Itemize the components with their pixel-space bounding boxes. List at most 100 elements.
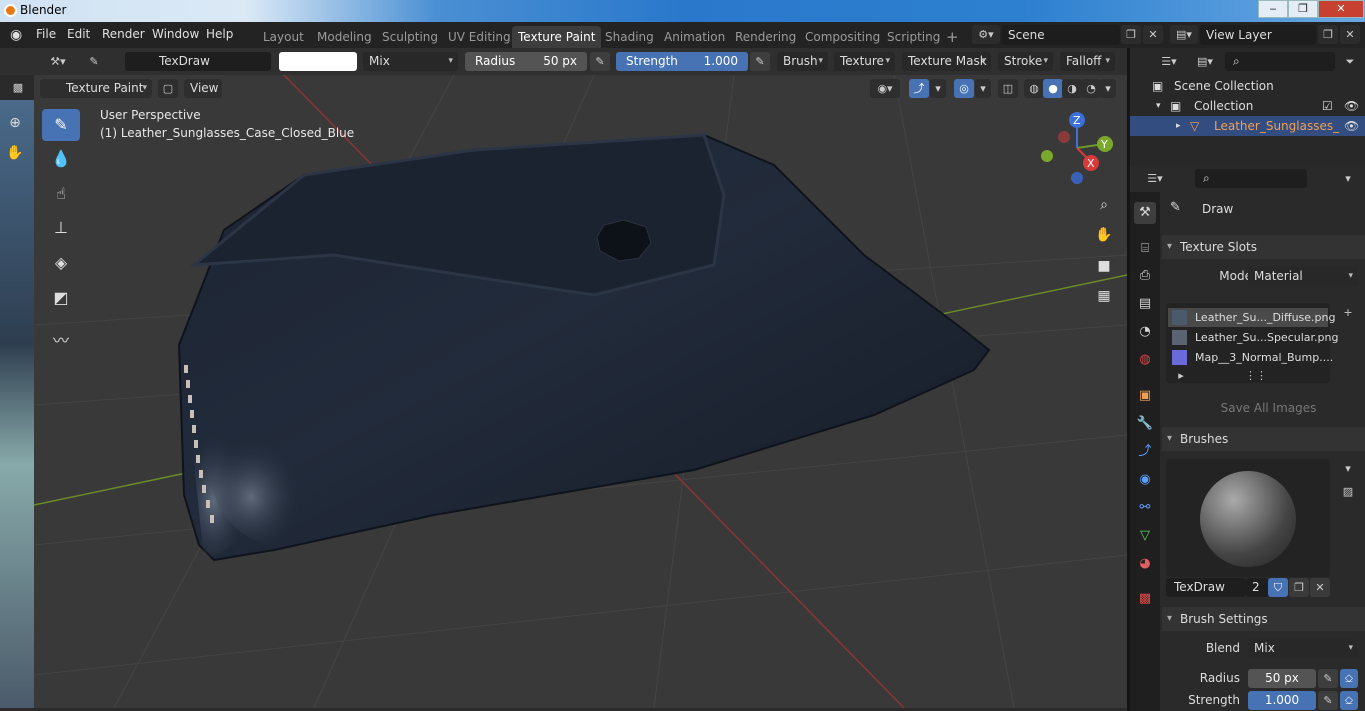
menu-edit[interactable]: Edit [67, 27, 90, 41]
menu-render[interactable]: Render [102, 27, 145, 41]
texture-slot-row[interactable]: Map__3_Normal_Bump.... [1168, 348, 1333, 367]
blend-mode-dropdown[interactable]: Mix ▾ [363, 52, 458, 71]
smear-tool-icon[interactable]: ☝ [42, 178, 80, 210]
checker-icon[interactable]: ▩ [8, 78, 28, 97]
properties-editor-type-icon[interactable]: ☰▾ [1140, 169, 1170, 188]
scene-tab-icon[interactable]: ◔ [1134, 321, 1156, 343]
soften-tool-icon[interactable]: 💧 [42, 143, 80, 175]
gizmo-toggle-icon[interactable]: ⤴ [909, 79, 929, 98]
outliner-search-input[interactable]: ⌕ [1225, 52, 1335, 71]
outliner-filter-icon[interactable]: ⏷ [1340, 52, 1360, 71]
outliner-object-row[interactable]: ▸ ▽ Leather_Sunglasses_ 👁 [1130, 116, 1365, 136]
particles-tab-icon[interactable]: ⤴ [1134, 441, 1156, 463]
ortho-grid-icon[interactable]: ▦ [1091, 283, 1117, 309]
scene-selector-icon[interactable]: ⚙▾ [972, 25, 1000, 44]
scene-delete-icon[interactable]: ✕ [1143, 25, 1163, 44]
physics-tab-icon[interactable]: ◉ [1134, 469, 1156, 491]
unlink-brush-icon[interactable]: ✕ [1310, 578, 1330, 597]
outliner-display-mode-icon[interactable]: ▤▾ [1190, 52, 1220, 71]
texture-slot-row[interactable]: Leather_Su..._Diffuse.png [1168, 308, 1335, 327]
world-tab-icon[interactable]: ◍ [1134, 349, 1156, 371]
texture-mask-menu[interactable]: Texture Mask ▾ [902, 52, 991, 71]
mask-tool-icon[interactable]: ◩ [42, 282, 80, 314]
pan-hand-icon[interactable]: ✋ [1091, 222, 1117, 248]
properties-options-icon[interactable]: ▾ [1338, 169, 1358, 188]
properties-search-input[interactable]: ⌕ [1195, 169, 1307, 188]
tab-layout[interactable]: Layout [257, 26, 310, 48]
eye-icon[interactable]: 👁 [1344, 116, 1359, 136]
radius-curve-icon[interactable]: ⎐ [1340, 669, 1358, 688]
strength-pressure-icon[interactable]: ✎ [750, 52, 770, 71]
fill-tool-icon[interactable]: ◈ [42, 247, 80, 279]
tab-modeling[interactable]: Modeling [311, 26, 378, 48]
zoom-icon[interactable]: ⌕ [1091, 192, 1117, 218]
rendered-shading-icon[interactable]: ◔ [1081, 79, 1101, 98]
maximize-button[interactable]: ❐ [1288, 0, 1318, 18]
gizmo-options-icon[interactable]: ▾ [930, 79, 946, 98]
render-tab-icon[interactable]: ⌸ [1134, 238, 1156, 260]
close-button[interactable]: ✕ [1318, 0, 1364, 18]
view-layer-name-field[interactable]: View Layer [1200, 25, 1316, 45]
brushes-panel-header[interactable]: Brushes [1162, 427, 1365, 451]
falloff-menu[interactable]: Falloff ▾ [1060, 52, 1115, 71]
list-resize-handle-icon[interactable]: ⋮⋮ [1245, 366, 1267, 385]
brush-name-field[interactable]: TexDraw [125, 52, 271, 71]
menu-help[interactable]: Help [206, 27, 233, 41]
tab-texture-paint[interactable]: Texture Paint [512, 26, 602, 48]
mask-toggle-icon[interactable]: ▢ [158, 79, 178, 98]
scene-name-field[interactable]: Scene [1002, 25, 1120, 45]
view-layer-selector-icon[interactable]: ▤▾ [1170, 25, 1198, 44]
draw-tool-icon[interactable]: ✎ [42, 109, 80, 141]
brush-users-count[interactable]: 2 [1246, 578, 1268, 597]
menu-file[interactable]: File [36, 27, 56, 41]
left-add-icon[interactable]: ⊕ [2, 110, 28, 136]
brush-custom-icon[interactable]: ▨ [1338, 482, 1358, 501]
outliner-editor-type-icon[interactable]: ☰▾ [1154, 52, 1184, 71]
object-tab-icon[interactable]: ▣ [1134, 385, 1156, 407]
brush-name-field[interactable]: TexDraw [1166, 578, 1246, 597]
solid-shading-icon[interactable]: ● [1043, 79, 1063, 98]
view-layer-delete-icon[interactable]: ✕ [1340, 25, 1360, 44]
add-texture-slot-icon[interactable]: + [1338, 303, 1358, 322]
editor-type-dropdown-icon[interactable]: ⚒▾ [43, 52, 73, 71]
outliner-collection[interactable]: ▾ ▣ Collection ☑ 👁 [1130, 96, 1365, 116]
brush-menu[interactable]: Brush ▾ [777, 52, 828, 71]
stroke-menu[interactable]: Stroke ▾ [998, 52, 1053, 71]
outliner-scene-collection[interactable]: ▣ Scene Collection [1130, 76, 1365, 96]
view-layer-copy-icon[interactable]: ❐ [1318, 25, 1338, 44]
output-tab-icon[interactable]: ⎙ [1134, 265, 1156, 287]
fake-user-shield-icon[interactable]: ⛉ [1268, 578, 1288, 597]
save-all-images-button[interactable]: Save All Images [1166, 399, 1365, 418]
brush-radius-slider[interactable]: 50 px [1248, 669, 1316, 688]
view-layer-tab-icon[interactable]: ▤ [1134, 293, 1156, 315]
modifier-tab-icon[interactable]: 🔧 [1134, 413, 1156, 435]
texture-tab-icon[interactable]: ▩ [1134, 588, 1156, 610]
texture-slots-panel-header[interactable]: Texture Slots [1162, 235, 1365, 259]
brush-preview-box[interactable] [1166, 459, 1330, 577]
radius-pressure-icon[interactable]: ✎ [1318, 669, 1338, 688]
data-tab-icon[interactable]: ▽ [1134, 525, 1156, 547]
brush-strength-slider[interactable]: 1.000 [1248, 691, 1316, 710]
clone-tool-icon[interactable]: ⊥ [42, 212, 80, 244]
brush-settings-panel-header[interactable]: Brush Settings [1162, 607, 1365, 631]
visibility-icon[interactable]: ◉▾ [870, 79, 900, 98]
strength-pressure-icon[interactable]: ✎ [1318, 691, 1338, 710]
scene-copy-icon[interactable]: ❐ [1121, 25, 1141, 44]
tab-sculpting[interactable]: Sculpting [376, 26, 444, 48]
strength-slider[interactable]: Strength 1.000 [616, 52, 748, 71]
mode-dropdown[interactable]: Texture Paint ▾ [40, 79, 152, 98]
duplicate-brush-icon[interactable]: ❐ [1289, 578, 1309, 597]
left-hand-icon[interactable]: ✋ [2, 140, 28, 166]
eye-icon[interactable]: 👁 [1344, 96, 1359, 116]
constraints-tab-icon[interactable]: ⚯ [1134, 497, 1156, 519]
brush-options-dropdown-icon[interactable]: ▾ [1338, 459, 1358, 478]
tab-uv-editing[interactable]: UV Editing [442, 26, 517, 48]
tab-shading[interactable]: Shading [599, 26, 660, 48]
material-tab-icon[interactable]: ◕ [1134, 553, 1156, 575]
brush-color-swatch[interactable] [279, 52, 357, 71]
brush-blend-dropdown[interactable]: Mix ▾ [1248, 639, 1358, 658]
camera-view-icon[interactable]: ■ [1091, 253, 1117, 279]
xray-toggle-icon[interactable]: ◫ [998, 79, 1018, 98]
menu-window[interactable]: Window [152, 27, 199, 41]
3d-viewport[interactable]: Z Y X Texture Paint ▾ ▢ View ◉▾ ⤴ ▾ ◎ ▾ ◫… [34, 75, 1127, 708]
